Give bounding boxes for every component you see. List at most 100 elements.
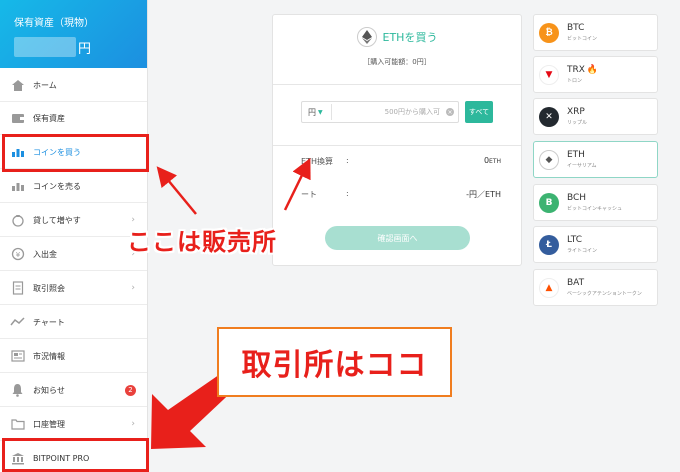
coin-name: リップル xyxy=(567,120,588,126)
sidebar-item-label: 入出金 xyxy=(33,249,57,259)
coin-item-bat[interactable]: ▲ BAT ベーシックアテンショントークン xyxy=(533,269,658,306)
eth-icon: ◆ xyxy=(539,149,559,170)
sidebar-item-label: 市況情報 xyxy=(33,351,65,361)
coin-name: ライトコイン xyxy=(567,248,598,254)
coin-name: イーサリアム xyxy=(567,163,597,169)
amount-input[interactable]: 円 ▼ 500円から購入可 × xyxy=(301,101,459,123)
coin-symbol: LTC xyxy=(567,235,583,245)
bank-icon xyxy=(10,451,25,466)
sidebar-item-deposit[interactable]: ¥ 入出金 › xyxy=(0,238,147,271)
sidebar-item-notices[interactable]: お知らせ 2 xyxy=(0,374,147,407)
sidebar-item-chart[interactable]: チャート xyxy=(0,306,147,339)
all-button[interactable]: すべて xyxy=(465,101,493,123)
coin-item-xrp[interactable]: ✕ XRP リップル xyxy=(533,98,658,135)
coin-item-bch[interactable]: B BCH ビットコインキャッシュ xyxy=(533,184,658,221)
coin-symbol: ETH xyxy=(567,150,585,160)
sidebar: 保有資産（現物） 円 ホーム 保有資産 コインを買う コインを売る 貸して増やす… xyxy=(0,0,148,472)
coin-symbol: XRP xyxy=(567,107,585,117)
divider xyxy=(273,145,521,146)
wallet-icon xyxy=(10,111,25,126)
input-divider xyxy=(330,104,332,120)
amount-input-row: 円 ▼ 500円から購入可 × すべて xyxy=(301,101,493,123)
confirm-button[interactable]: 確認画面へ xyxy=(325,226,470,250)
eth-conversion-value: 0ETH xyxy=(483,156,501,165)
xrp-icon: ✕ xyxy=(539,106,559,127)
sidebar-item-sell-coin[interactable]: コインを売る xyxy=(0,170,147,203)
coin-text: ETH イーサリアム xyxy=(567,150,597,169)
sidebar-item-label: 保有資産 xyxy=(33,113,65,123)
rate-row: ート : -円／ETH xyxy=(301,189,501,200)
panel-header: ETHを買う ［購入可能額：0円］ xyxy=(273,15,521,85)
coin-symbol: BCH xyxy=(567,193,587,203)
eth-icon xyxy=(356,27,377,47)
annotation-label-exchange: 取引所はココ xyxy=(241,348,428,383)
sidebar-item-home[interactable]: ホーム xyxy=(0,69,147,102)
coin-text: TRX 🔥 トロン xyxy=(567,65,598,84)
assets-title: 保有資産（現物） xyxy=(14,18,94,29)
sidebar-item-label: BITPOINT PRO xyxy=(33,454,90,463)
sidebar-item-history[interactable]: 取引照会 › xyxy=(0,272,147,305)
annotation-callout-exchange: 取引所はココ xyxy=(217,327,452,397)
sidebar-item-label: コインを売る xyxy=(33,181,81,191)
btc-icon: ₿ xyxy=(539,22,559,43)
coin-name: ビットコインキャッシュ xyxy=(567,206,623,212)
coin-symbol: BAT xyxy=(567,278,585,288)
chevron-right-icon: › xyxy=(131,419,135,429)
coin-name: ビットコイン xyxy=(567,36,598,42)
coin-name: トロン xyxy=(567,78,583,84)
coin-text: BAT ベーシックアテンショントークン xyxy=(567,278,642,297)
colon: : xyxy=(346,189,349,198)
sidebar-item-label: お知らせ xyxy=(33,385,65,395)
notification-badge: 2 xyxy=(125,384,136,396)
coin-item-btc[interactable]: ₿ BTC ビットコイン xyxy=(533,14,658,51)
buy-coin-icon xyxy=(10,145,25,160)
amount-masked xyxy=(14,37,76,57)
sidebar-item-account[interactable]: 口座管理 › xyxy=(0,408,147,441)
coin-name: ベーシックアテンショントークン xyxy=(567,291,642,297)
colon: : xyxy=(346,156,349,165)
chart-icon xyxy=(10,315,25,330)
deposit-icon: ¥ xyxy=(10,247,25,262)
sidebar-item-label: 貸して増やす xyxy=(33,215,81,225)
sidebar-item-label: 取引照会 xyxy=(33,283,65,293)
coin-item-ltc[interactable]: Ł LTC ライトコイン xyxy=(533,226,658,263)
clear-icon[interactable]: × xyxy=(446,108,454,116)
coin-item-trx[interactable]: ▼ TRX 🔥 トロン xyxy=(533,56,658,93)
coin-symbol: BTC xyxy=(567,23,585,33)
trx-icon: ▼ xyxy=(539,64,559,85)
document-icon xyxy=(10,281,25,296)
coin-text: BCH ビットコインキャッシュ xyxy=(567,193,622,212)
sidebar-item-lend[interactable]: 貸して増やす › xyxy=(0,204,147,237)
amount-unit: 円 xyxy=(78,41,92,57)
coin-text: LTC ライトコイン xyxy=(567,235,597,254)
arrow-to-buy-coin xyxy=(156,166,197,215)
available-amount: ［購入可能額：0円］ xyxy=(363,58,431,66)
home-icon xyxy=(10,78,25,93)
eth-conversion-row: ETH換算 : 0ETH xyxy=(301,156,501,167)
currency-select[interactable]: 円 xyxy=(308,107,316,118)
sidebar-item-assets[interactable]: 保有資産 xyxy=(0,102,147,135)
buy-panel: ETHを買う ［購入可能額：0円］ 円 ▼ 500円から購入可 × すべて ET… xyxy=(272,14,522,266)
sidebar-item-market[interactable]: 市況情報 xyxy=(0,340,147,373)
news-icon xyxy=(10,349,25,364)
sidebar-item-buy-coin[interactable]: コインを買う xyxy=(0,136,147,169)
caret-down-icon: ▼ xyxy=(318,108,323,116)
assets-header: 保有資産（現物） 円 xyxy=(0,0,147,68)
lend-icon xyxy=(10,213,25,228)
coin-symbol: TRX xyxy=(567,65,585,75)
bch-icon: B xyxy=(539,192,559,213)
fire-icon: 🔥 xyxy=(586,65,599,75)
folder-icon xyxy=(10,417,25,432)
sidebar-item-label: ホーム xyxy=(33,80,57,90)
ltc-icon: Ł xyxy=(539,234,559,255)
coin-text: XRP リップル xyxy=(567,107,587,126)
sidebar-item-bitpoint-pro[interactable]: BITPOINT PRO xyxy=(0,442,147,472)
bell-icon xyxy=(10,383,25,398)
bat-icon: ▲ xyxy=(539,277,559,298)
coin-text: BTC ビットコイン xyxy=(567,23,597,42)
coin-item-eth[interactable]: ◆ ETH イーサリアム xyxy=(533,141,658,178)
amount-placeholder: 500円から購入可 xyxy=(384,108,440,116)
eth-conversion-label: ETH換算 xyxy=(301,157,333,166)
annotation-label-sales: ここは販売所 xyxy=(127,228,277,256)
panel-title: ETHを買う xyxy=(382,31,438,44)
